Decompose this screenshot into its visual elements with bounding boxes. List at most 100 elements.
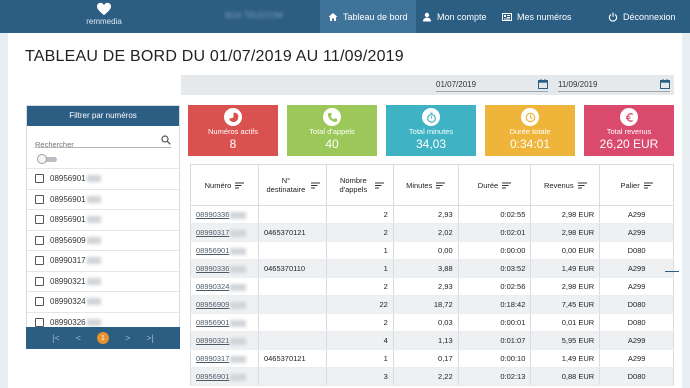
numero-link[interactable]: 08990336 [196,264,229,273]
prev-page-button[interactable]: < [76,333,81,343]
date-to-value: 11/09/2019 [558,80,598,89]
number-list-item[interactable]: 08956901 [27,188,179,210]
calendar-icon[interactable] [660,79,670,89]
numero-link[interactable]: 08956909 [196,300,229,309]
cell-minutes: 2,93 [392,205,459,224]
nav-tableau-de-bord[interactable]: Tableau de bord [320,0,416,33]
calendar-icon[interactable] [538,79,548,89]
cell-appels: 1 [325,259,394,278]
next-page-button[interactable]: > [125,333,130,343]
nav-mes-numeros[interactable]: Mes numéros [494,0,580,33]
cell-numero: 08990324 [190,277,259,296]
numero-link[interactable]: 08990321 [196,336,229,345]
cell-duree: 0:01:07 [457,331,532,350]
sort-icon[interactable] [375,182,385,189]
cell-revenus: 7,45 EUR [530,295,601,314]
scroll-marker [665,271,679,272]
number-label: 08990317 [50,256,86,266]
numero-link[interactable]: 08990317 [196,228,229,237]
pie-chart-icon [224,108,242,126]
col-palier[interactable]: Palier [599,164,674,206]
sort-icon[interactable] [502,182,512,189]
number-list: 08956901 08956901 08956901 08956909 0899… [27,168,179,332]
cell-revenus: 2,98 EUR [530,277,601,296]
numero-link[interactable]: 08956901 [196,246,229,255]
numero-link[interactable]: 08990324 [196,282,229,291]
masked-digits [230,337,247,345]
cell-destinataire: 0465370121 [257,223,327,242]
masked-digits [230,319,247,327]
number-list-item[interactable]: 08956901 [27,209,179,230]
cell-appels: 2 [325,277,394,296]
number-label: 08956901 [50,194,86,204]
cell-palier: D080 [599,313,674,332]
logo-text: remmedia [86,17,122,26]
search-input[interactable] [35,140,160,149]
remmedia-logo[interactable]: remmedia [78,2,130,32]
search-icon[interactable] [161,135,171,145]
sort-icon[interactable] [235,182,245,189]
col-nombre-appels[interactable]: Nombre d'appels [325,164,394,206]
masked-digits [230,265,247,273]
masked-digits [230,373,247,381]
cell-destinataire [257,331,327,350]
cell-revenus: 0,88 EUR [530,367,601,386]
cell-palier: A299 [599,259,674,278]
nav-mon-compte[interactable]: Mon compte [414,0,495,33]
col-minutes[interactable]: Minutes [392,164,459,206]
cell-numero: 08956901 [190,313,259,332]
sort-icon[interactable] [577,182,587,189]
nav-label: Mes numéros [517,11,572,22]
date-from-field[interactable]: 01/07/2019 [436,78,548,92]
number-label: 08990324 [50,297,86,307]
euro-icon [620,108,638,126]
number-list-item[interactable]: 08956901 [27,168,179,189]
checkbox[interactable] [35,276,44,286]
checkbox[interactable] [35,256,44,266]
current-page[interactable]: 1 [97,332,109,344]
col-duree[interactable]: Durée [457,164,532,206]
cell-revenus: 0,01 EUR [530,313,601,332]
checkbox[interactable] [35,174,44,184]
first-page-button[interactable]: |< [52,333,60,343]
checkbox[interactable] [35,297,44,307]
checkbox[interactable] [35,317,44,327]
numero-link[interactable]: 08956901 [196,372,229,381]
checkbox[interactable] [35,235,44,245]
numero-link[interactable]: 08990317 [196,354,229,363]
cell-duree: 0:02:55 [457,205,532,224]
last-page-button[interactable]: >| [146,333,154,343]
cell-destinataire: 0465370121 [257,349,327,368]
sort-icon[interactable] [436,182,446,189]
cell-duree: 0:00:10 [457,349,532,368]
cell-minutes: 0,00 [392,241,459,260]
cell-appels: 2 [325,223,394,242]
col-destinataire[interactable]: N° destinataire [257,164,327,206]
nav-deconnexion[interactable]: Déconnexion [600,0,684,33]
phone-icon [323,108,341,126]
col-revenus[interactable]: Revenus [530,164,601,206]
number-filter-panel: Filtrer par numéros 08956901 08956901 08… [26,105,180,348]
date-to-field[interactable]: 11/09/2019 [558,78,670,92]
cell-numero: 08990336 [190,205,259,224]
numero-link[interactable]: 08956901 [196,318,229,327]
sort-icon[interactable] [310,182,320,189]
numero-link[interactable]: 08990336 [196,210,229,219]
col-numero[interactable]: Numéro [190,164,259,206]
search-field [35,134,171,149]
number-list-item[interactable]: 08990321 [27,270,179,292]
number-list-item[interactable]: 08956909 [27,229,179,251]
cell-appels: 3 [325,367,394,386]
sort-icon[interactable] [643,182,653,189]
cell-minutes: 2,22 [392,367,459,386]
number-list-item[interactable]: 08990324 [27,291,179,312]
card-value: 26,20 EUR [599,137,659,151]
checkbox[interactable] [35,194,44,204]
masked-digits [86,195,101,203]
page-title: TABLEAU DE BORD DU 01/07/2019 AU 11/09/2… [25,48,404,65]
checkbox[interactable] [35,215,44,225]
masked-digits [86,318,101,326]
select-all-toggle[interactable] [37,154,57,164]
number-list-item[interactable]: 08990317 [27,250,179,271]
cell-revenus: 1,49 EUR [530,349,601,368]
